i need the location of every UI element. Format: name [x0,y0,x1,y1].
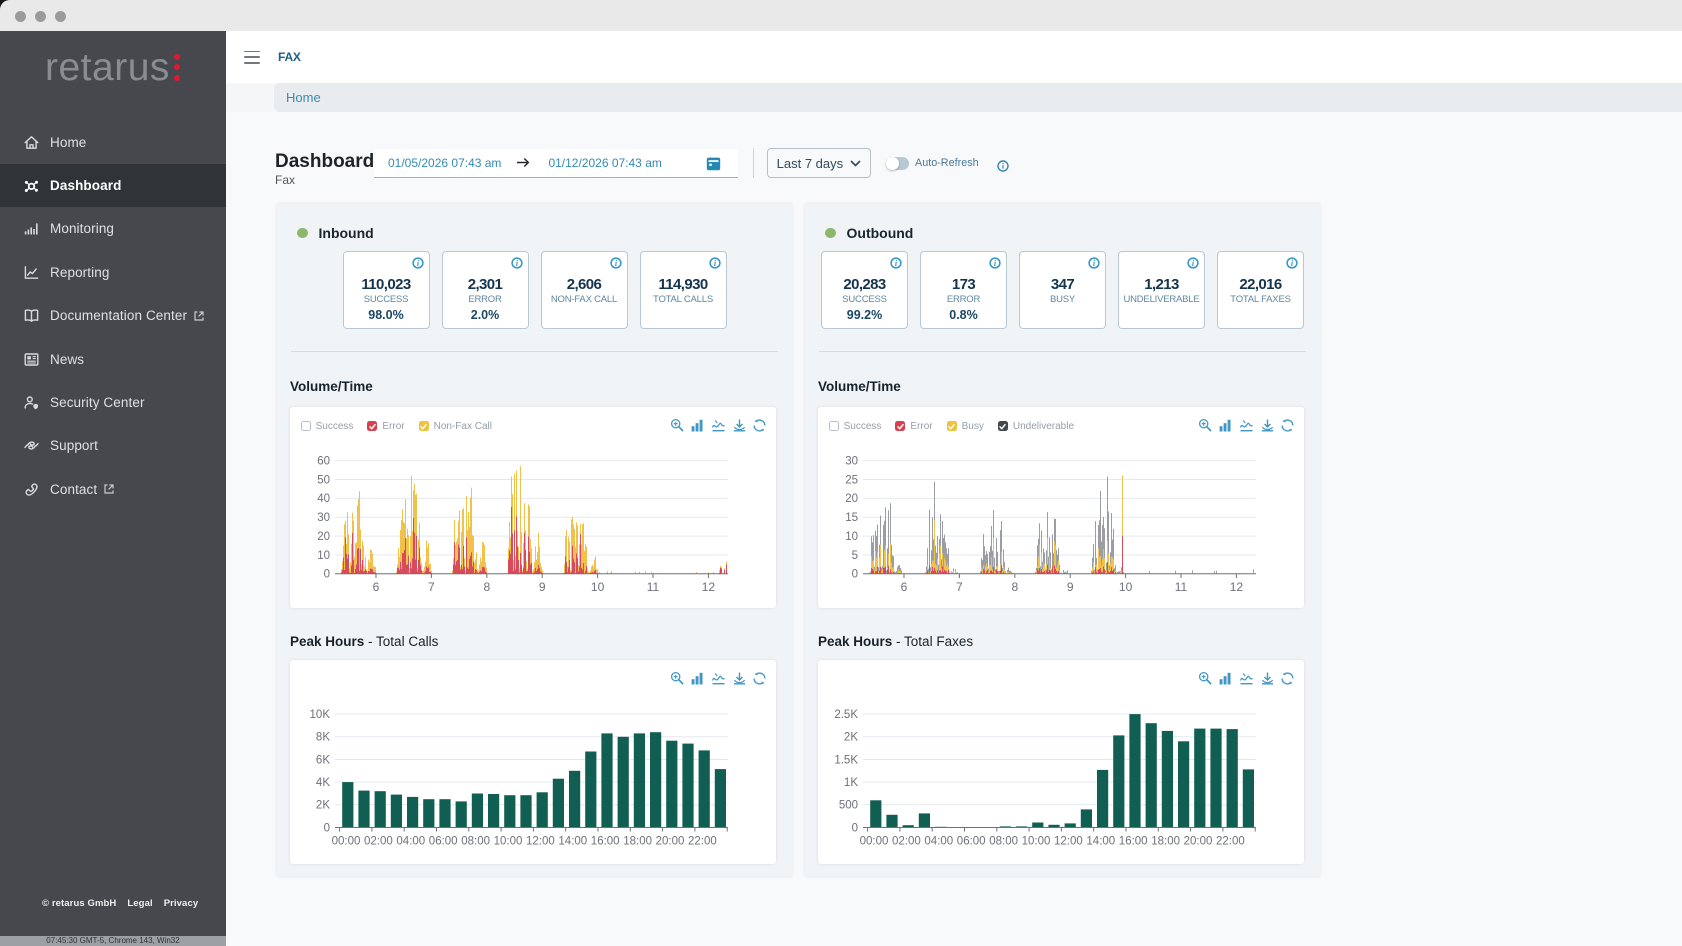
svg-text:06:00: 06:00 [957,835,986,847]
svg-text:4K: 4K [316,776,330,788]
svg-text:2.5K: 2.5K [834,708,858,720]
svg-text:i: i [1291,259,1294,268]
svg-text:30: 30 [317,512,330,524]
svg-text:0: 0 [324,822,330,834]
svg-text:i: i [994,259,997,268]
svg-text:10: 10 [1119,580,1133,594]
svg-text:7: 7 [428,580,435,594]
svg-text:02:00: 02:00 [364,835,393,847]
svg-text:2K: 2K [844,731,858,743]
svg-text:9: 9 [539,580,546,594]
svg-text:04:00: 04:00 [924,835,953,847]
svg-text:18:00: 18:00 [623,835,652,847]
svg-text:12: 12 [702,580,716,594]
svg-text:02:00: 02:00 [892,835,921,847]
svg-text:9: 9 [1067,580,1074,594]
svg-text:10: 10 [845,530,858,542]
svg-text:10:00: 10:00 [494,835,523,847]
svg-text:10:00: 10:00 [1022,835,1051,847]
svg-text:i: i [713,259,716,268]
svg-text:i: i [895,259,898,268]
svg-text:22:00: 22:00 [1216,835,1245,847]
svg-text:60: 60 [317,455,330,467]
svg-text:18:00: 18:00 [1151,835,1180,847]
svg-text:6: 6 [373,580,380,594]
svg-text:8K: 8K [316,731,330,743]
svg-text:00:00: 00:00 [860,835,889,847]
svg-text:20: 20 [845,493,858,505]
svg-text:1K: 1K [844,776,858,788]
svg-text:i: i [1192,259,1195,268]
svg-text:0: 0 [852,822,858,834]
svg-text:12: 12 [1230,580,1244,594]
svg-text:0: 0 [852,568,858,580]
svg-text:15: 15 [845,512,858,524]
svg-text:i: i [416,259,419,268]
svg-text:25: 25 [845,474,858,486]
svg-text:20:00: 20:00 [656,835,685,847]
svg-text:6: 6 [901,580,908,594]
svg-text:14:00: 14:00 [558,835,587,847]
svg-text:1.5K: 1.5K [834,754,858,766]
svg-text:8: 8 [483,580,490,594]
svg-text:04:00: 04:00 [396,835,425,847]
svg-text:00:00: 00:00 [332,835,361,847]
svg-text:5: 5 [852,549,858,561]
svg-text:20:00: 20:00 [1184,835,1213,847]
svg-text:10: 10 [591,580,605,594]
svg-text:22:00: 22:00 [688,835,717,847]
svg-text:11: 11 [1175,580,1188,594]
svg-text:7: 7 [956,580,963,594]
svg-text:12:00: 12:00 [1054,835,1083,847]
svg-text:i: i [614,259,617,268]
svg-text:16:00: 16:00 [1119,835,1148,847]
svg-text:i: i [1093,259,1096,268]
svg-text:16:00: 16:00 [591,835,620,847]
svg-text:10K: 10K [310,708,331,720]
svg-text:12:00: 12:00 [526,835,555,847]
svg-text:14:00: 14:00 [1086,835,1115,847]
svg-text:08:00: 08:00 [461,835,490,847]
svg-text:2K: 2K [316,799,330,811]
svg-text:40: 40 [317,493,330,505]
svg-text:0: 0 [324,568,330,580]
svg-text:20: 20 [317,530,330,542]
svg-text:8: 8 [1011,580,1018,594]
svg-text:i: i [515,259,518,268]
svg-text:6K: 6K [316,754,330,766]
svg-text:500: 500 [839,799,858,811]
svg-text:50: 50 [317,474,330,486]
svg-text:06:00: 06:00 [429,835,458,847]
svg-text:08:00: 08:00 [989,835,1018,847]
svg-text:11: 11 [647,580,660,594]
svg-text:10: 10 [317,549,330,561]
svg-text:30: 30 [845,455,858,467]
